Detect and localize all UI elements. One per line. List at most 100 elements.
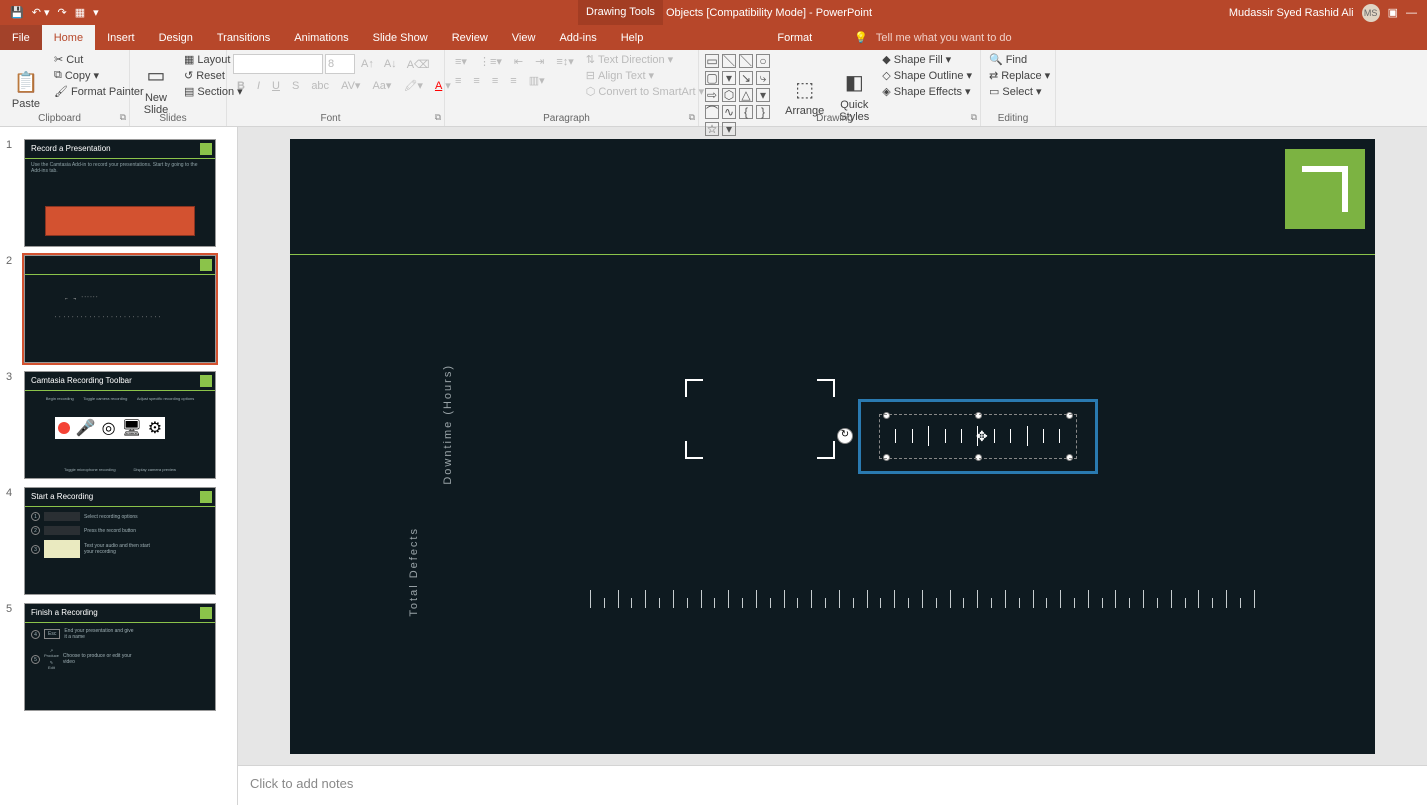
thumbnail-5[interactable]: 5 Finish a Recording 4EscEnd your presen… <box>0 599 237 715</box>
tab-animations[interactable]: Animations <box>282 25 360 50</box>
arrange-button[interactable]: ⬚Arrange <box>779 52 830 138</box>
thumbnail-1[interactable]: 1 Record a Presentation Use the Camtasia… <box>0 135 237 251</box>
find-button[interactable]: 🔍 Find <box>985 52 1054 67</box>
align-center-icon[interactable]: ≡ <box>469 73 483 88</box>
thumb-ribbon-graphic <box>45 206 195 236</box>
ribbon-options-icon[interactable]: ▣ <box>1388 6 1398 19</box>
clear-formatting-icon[interactable]: A⌫ <box>403 57 434 72</box>
decrease-font-icon[interactable]: A↓ <box>380 57 401 71</box>
align-text-button[interactable]: ⊟ Align Text ▾ <box>582 68 708 83</box>
l: Toggle camera recording <box>83 396 127 401</box>
thumb-preview[interactable]: ⌐ ¬ '''''' ' ' ' ' ' ' ' ' ' ' ' ' ' ' '… <box>24 255 216 363</box>
paste-label: Paste <box>12 98 40 110</box>
font-name-input[interactable] <box>233 54 323 74</box>
selected-shape[interactable]: ↻ ✥ <box>858 399 1098 474</box>
canvas-viewport[interactable]: Downtime (Hours) Total Defects ↻ <box>238 127 1427 765</box>
slide-thumbnail-panel[interactable]: 1 Record a Presentation Use the Camtasia… <box>0 127 238 805</box>
save-icon[interactable]: 💾 <box>10 6 24 19</box>
thumb-preview[interactable]: Record a Presentation Use the Camtasia A… <box>24 139 216 247</box>
slide-canvas[interactable]: Downtime (Hours) Total Defects ↻ <box>290 139 1375 754</box>
tab-help[interactable]: Help <box>609 25 656 50</box>
undo-icon[interactable]: ↶ ▾ <box>32 6 50 19</box>
shape-rect-icon[interactable]: ▭ <box>705 54 719 68</box>
thumb-hr <box>25 274 215 275</box>
shape-arrow2-icon[interactable]: ⇨ <box>705 88 719 102</box>
paste-icon: 📋 <box>10 66 42 98</box>
shape-more1-icon[interactable]: ▾ <box>722 71 736 85</box>
start-from-beginning-icon[interactable]: ▦ <box>75 6 85 19</box>
thumb-preview[interactable]: Start a Recording 1Select recording opti… <box>24 487 216 595</box>
text-direction-button[interactable]: ⇅ Text Direction ▾ <box>582 52 708 67</box>
thumb-preview[interactable]: Camtasia Recording Toolbar Begin recordi… <box>24 371 216 479</box>
decrease-indent-icon[interactable]: ⇤ <box>510 54 527 69</box>
user-avatar[interactable]: MS <box>1362 4 1380 22</box>
tab-design[interactable]: Design <box>147 25 205 50</box>
quick-styles-button[interactable]: ◧Quick Styles <box>832 52 876 138</box>
shape-effects-button[interactable]: ◈ Shape Effects ▾ <box>878 84 976 99</box>
l: Display camera preview <box>134 467 176 472</box>
thumbnail-4[interactable]: 4 Start a Recording 1Select recording op… <box>0 483 237 599</box>
user-name[interactable]: Mudassir Syed Rashid Ali <box>1229 7 1354 19</box>
shadow-icon[interactable]: S <box>288 78 303 93</box>
group-editing: 🔍 Find ⇄ Replace ▾ ▭ Select ▾ Editing <box>981 50 1056 126</box>
select-button[interactable]: ▭ Select ▾ <box>985 84 1054 99</box>
italic-icon[interactable]: I <box>253 78 264 93</box>
divider-line <box>290 254 1375 255</box>
tab-transitions[interactable]: Transitions <box>205 25 282 50</box>
change-case-icon[interactable]: Aa▾ <box>368 78 395 93</box>
shape-line2-icon[interactable]: ＼ <box>739 54 753 68</box>
drawing-launcher-icon[interactable]: ⧉ <box>971 112 977 123</box>
tab-view[interactable]: View <box>500 25 548 50</box>
thumb-preview[interactable]: Finish a Recording 4EscEnd your presenta… <box>24 603 216 711</box>
shape-hex-icon[interactable]: ⬡ <box>722 88 736 102</box>
tab-review[interactable]: Review <box>440 25 500 50</box>
tell-me-search[interactable]: 💡 Tell me what you want to do <box>854 25 1011 50</box>
shapes-gallery[interactable]: ▭＼＼○▢▾ ↘⤷⇨⬡△▾ ⌒∿{}☆▾ <box>703 52 777 138</box>
convert-smartart-button[interactable]: ⬡ Convert to SmartArt ▾ <box>582 84 708 99</box>
increase-font-icon[interactable]: A↑ <box>357 57 378 71</box>
shape-line-icon[interactable]: ＼ <box>722 54 736 68</box>
increase-indent-icon[interactable]: ⇥ <box>531 54 548 69</box>
tab-addins[interactable]: Add-ins <box>547 25 608 50</box>
thumbnail-3[interactable]: 3 Camtasia Recording Toolbar Begin recor… <box>0 367 237 483</box>
underline-icon[interactable]: U <box>268 78 284 93</box>
shape-oval-icon[interactable]: ○ <box>756 54 770 68</box>
align-left-icon[interactable]: ≡ <box>451 73 465 88</box>
highlight-icon[interactable]: 🖍▾ <box>399 78 427 93</box>
font-size-input[interactable] <box>325 54 355 74</box>
minimize-icon[interactable]: — <box>1406 7 1417 19</box>
tab-home[interactable]: Home <box>42 25 95 50</box>
strikethrough-icon[interactable]: abc <box>307 78 333 93</box>
redo-icon[interactable]: ↷ <box>58 6 67 19</box>
shape-tri-icon[interactable]: △ <box>739 88 753 102</box>
align-right-icon[interactable]: ≡ <box>488 73 502 88</box>
char-spacing-icon[interactable]: AV▾ <box>337 78 364 93</box>
shape-roundrect-icon[interactable]: ▢ <box>705 71 719 85</box>
bold-icon[interactable]: B <box>233 78 249 93</box>
tab-format[interactable]: Format <box>765 25 824 50</box>
notes-pane[interactable]: Click to add notes <box>238 765 1427 805</box>
shape-fill-button[interactable]: ◆ Shape Fill ▾ <box>878 52 976 67</box>
columns-icon[interactable]: ▥▾ <box>525 73 549 88</box>
editing-group-label: Editing <box>981 113 1045 124</box>
tab-slideshow[interactable]: Slide Show <box>361 25 440 50</box>
shape-arrow-icon[interactable]: ↘ <box>739 71 753 85</box>
tab-insert[interactable]: Insert <box>95 25 147 50</box>
shape-outline-button[interactable]: ◇ Shape Outline ▾ <box>878 68 976 83</box>
numbering-icon[interactable]: ⋮≡▾ <box>475 54 506 69</box>
shape-elbow-icon[interactable]: ⤷ <box>756 71 770 85</box>
bullets-icon[interactable]: ≡▾ <box>451 54 471 69</box>
qat-customize-icon[interactable]: ▾ <box>93 6 99 19</box>
replace-button[interactable]: ⇄ Replace ▾ <box>985 68 1054 83</box>
justify-icon[interactable]: ≡ <box>506 73 520 88</box>
rotate-handle-icon[interactable]: ↻ <box>837 428 853 444</box>
line-spacing-icon[interactable]: ≡↕▾ <box>552 54 577 69</box>
paragraph-launcher-icon[interactable]: ⧉ <box>689 112 695 123</box>
replace-label: Replace <box>1001 70 1041 82</box>
font-launcher-icon[interactable]: ⧉ <box>435 112 441 123</box>
tab-file[interactable]: File <box>0 25 42 50</box>
clipboard-launcher-icon[interactable]: ⧉ <box>120 112 126 123</box>
thumbnail-2[interactable]: 2 ⌐ ¬ '''''' ' ' ' ' ' ' ' ' ' ' ' ' ' '… <box>0 251 237 367</box>
new-slide-icon: ▭ <box>140 60 172 92</box>
shape-more2-icon[interactable]: ▾ <box>756 88 770 102</box>
